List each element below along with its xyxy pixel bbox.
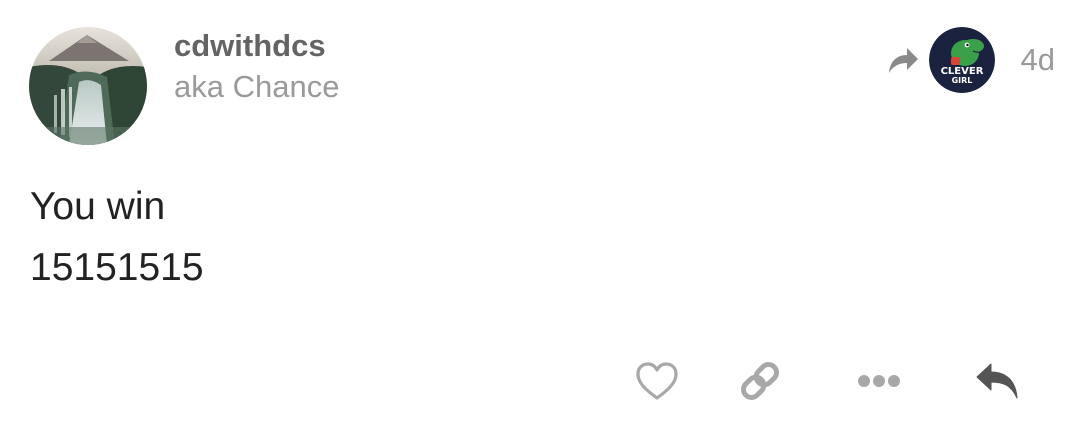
post-meta: CLEVER GIRL 4d [885,27,1055,93]
post-time[interactable]: 4d [1021,42,1055,78]
group-badge[interactable]: CLEVER GIRL [928,27,995,93]
user-full-name: aka Chance [174,69,340,104]
post-body: You win 15151515 [30,176,204,298]
username-link[interactable]: cdwithdcs [174,26,339,66]
reply-icon [976,363,1018,399]
badge-text-bottom: GIRL [951,76,972,85]
post-actions [0,356,1079,406]
heart-icon [636,362,678,400]
share-arrow-icon[interactable] [885,42,921,78]
avatar-image [29,27,147,145]
post-body-line: You win [30,185,166,228]
user-avatar[interactable] [29,27,147,145]
copy-link-button[interactable] [735,356,785,406]
clever-girl-dino-icon: CLEVER GIRL [928,27,995,93]
ellipsis-icon [858,375,900,387]
like-button[interactable] [632,356,682,406]
post-card: cdwithdcs aka Chance CLEVER GIRL 4d You … [0,0,1079,429]
user-names: cdwithdcs aka Chance [174,26,339,107]
link-icon [741,362,779,400]
reply-button[interactable] [972,356,1022,406]
more-options-button[interactable] [854,356,904,406]
post-body-line: 15151515 [30,246,204,289]
